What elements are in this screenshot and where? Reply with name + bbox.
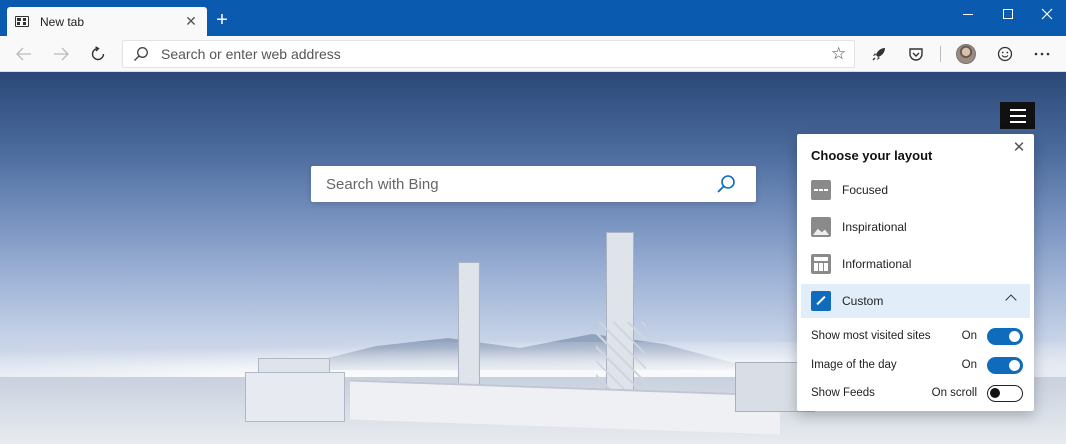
back-arrow-icon: [16, 47, 31, 61]
layout-option-focused[interactable]: Focused: [801, 173, 1030, 207]
toolbar-separator: [940, 46, 941, 62]
close-icon: [1041, 8, 1053, 20]
layout-option-inspirational[interactable]: Inspirational: [801, 210, 1030, 244]
toggle-switch[interactable]: [987, 356, 1023, 374]
bing-search-box[interactable]: [311, 166, 756, 202]
setting-show-feeds: Show Feeds On scroll: [811, 383, 1023, 403]
inspirational-layout-icon: [811, 217, 831, 237]
forward-button[interactable]: [47, 40, 75, 68]
rocket-icon: [872, 48, 885, 61]
layout-option-custom[interactable]: Custom: [801, 284, 1030, 318]
more-button[interactable]: [1028, 40, 1056, 68]
rocket-button[interactable]: [865, 40, 893, 68]
favorite-star-icon[interactable]: ☆: [831, 45, 846, 63]
layout-option-label: Focused: [842, 183, 889, 197]
layout-option-label: Informational: [842, 257, 912, 271]
chevron-up-icon[interactable]: [1005, 294, 1017, 306]
close-icon[interactable]: ✕: [1011, 140, 1027, 156]
back-button[interactable]: [10, 40, 38, 68]
setting-state: On: [961, 330, 977, 342]
pocket-icon: [909, 47, 923, 61]
profile-button[interactable]: [952, 40, 980, 68]
setting-label: Image of the day: [811, 359, 897, 371]
hamburger-icon: [1009, 108, 1026, 111]
refresh-button[interactable]: [84, 40, 112, 68]
setting-state: On scroll: [931, 387, 977, 399]
setting-state: On: [961, 359, 977, 371]
tab-title: New tab: [40, 14, 85, 29]
forward-arrow-icon: [54, 47, 69, 61]
minimize-icon: [963, 13, 973, 15]
smiley-icon: [997, 46, 1013, 62]
maximize-icon: [1003, 9, 1013, 19]
custom-layout-icon: [811, 291, 831, 311]
setting-image-of-the-day: Image of the day On: [811, 355, 1023, 375]
close-window-button[interactable]: [1027, 0, 1066, 28]
address-input[interactable]: [159, 41, 819, 67]
minimize-button[interactable]: [948, 0, 988, 28]
tab-new-tab[interactable]: New tab ✕: [7, 7, 207, 36]
toggle-switch[interactable]: [987, 384, 1023, 402]
address-bar[interactable]: ☆: [122, 40, 855, 68]
bing-search-input[interactable]: [324, 166, 714, 202]
navigation-toolbar: ☆: [0, 36, 1066, 72]
more-dots-icon: [1034, 52, 1050, 56]
title-bar: New tab ✕ +: [0, 0, 1066, 36]
avatar: [956, 44, 976, 64]
search-icon[interactable]: [716, 174, 736, 194]
new-tab-plus-icon[interactable]: +: [212, 9, 232, 31]
tab-close-icon[interactable]: ✕: [183, 13, 199, 30]
search-icon: [134, 47, 148, 61]
background-building: [245, 372, 345, 422]
feedback-button[interactable]: [991, 40, 1019, 68]
layout-option-label: Custom: [842, 294, 884, 308]
new-tab-page-icon: [15, 16, 29, 27]
setting-label: Show most visited sites: [811, 330, 931, 342]
focused-layout-icon: [811, 180, 831, 200]
pocket-button[interactable]: [902, 40, 930, 68]
background-tower: [458, 262, 480, 402]
maximize-button[interactable]: [988, 0, 1028, 28]
setting-label: Show Feeds: [811, 387, 875, 399]
setting-show-most-visited-sites: Show most visited sites On: [811, 326, 1023, 346]
panel-title: Choose your layout: [811, 148, 933, 163]
toggle-switch[interactable]: [987, 327, 1023, 345]
layout-option-informational[interactable]: Informational: [801, 247, 1030, 281]
layout-option-label: Inspirational: [842, 220, 907, 234]
informational-layout-icon: [811, 254, 831, 274]
refresh-icon: [91, 46, 105, 61]
page-settings-menu-button[interactable]: [1000, 102, 1035, 129]
